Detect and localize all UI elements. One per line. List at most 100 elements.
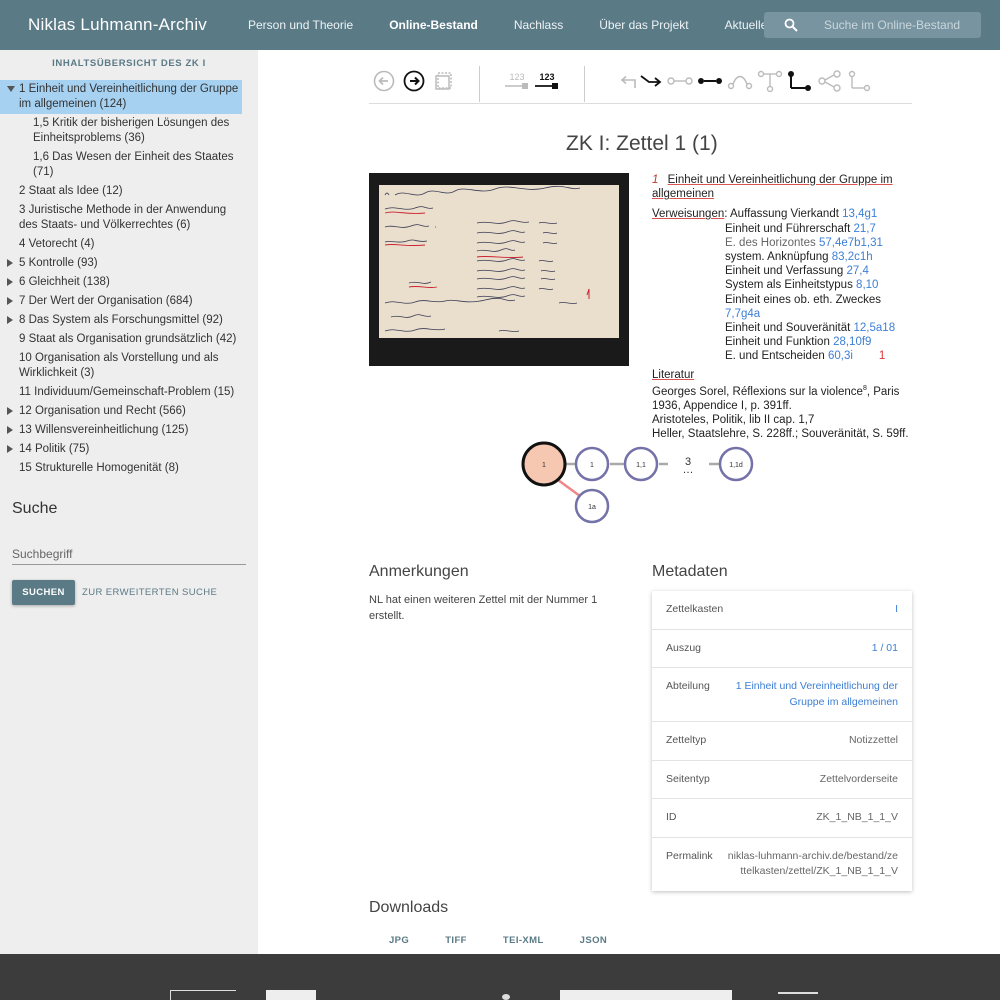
toc-item-label: 5 Kontrolle (93)	[19, 257, 98, 269]
download-jpg-button[interactable]: JPG	[389, 935, 409, 946]
advanced-search-link[interactable]: ZUR ERWEITERTEN SUCHE	[82, 587, 217, 598]
ref-text: Einheit und Verfassung	[725, 265, 844, 278]
toc-item[interactable]: 4 Vetorecht (4)	[0, 235, 258, 254]
download-tiff-button[interactable]: TIFF	[445, 935, 467, 946]
next-zettel-icon[interactable]	[403, 70, 425, 92]
header-search-input[interactable]	[824, 18, 974, 32]
search-button[interactable]: SUCHEN	[12, 580, 75, 605]
link-forward-icon[interactable]	[639, 70, 665, 92]
toc-item[interactable]: 14 Politik (75)	[0, 440, 258, 459]
ref-text: Einheit und Funktion	[725, 336, 830, 349]
toc-list[interactable]: 1 Einheit und Vereinheitlichung der Grup…	[0, 80, 258, 488]
metadata-value-permalink[interactable]: niklas-luhmann-archiv.de/bestand/zettelk…	[726, 849, 898, 880]
toc-item[interactable]: 1 Einheit und Vereinheitlichung der Grup…	[0, 80, 242, 114]
toc-item[interactable]: 1,6 Das Wesen der Einheit des Staates (7…	[0, 148, 258, 182]
toc-item[interactable]: 2 Staat als Idee (12)	[0, 182, 258, 201]
toc-item[interactable]: 12 Organisation und Recht (566)	[0, 402, 258, 421]
ref-link[interactable]: 8,10	[856, 279, 878, 291]
literatur-entry: Georges Sorel, Réflexions sur la violenc…	[652, 382, 917, 413]
back-side-icon[interactable]	[433, 70, 455, 92]
academy-logo[interactable]	[170, 990, 236, 1000]
branch-icon[interactable]	[757, 70, 783, 92]
caret-down-icon[interactable]	[7, 86, 15, 92]
arc-link-icon[interactable]	[727, 70, 753, 92]
toc-item[interactable]: 8 Das System als Forschungsmittel (92)	[0, 311, 258, 330]
toc-item[interactable]: 11 Individuum/Gemeinschaft-Problem (15)	[0, 383, 258, 402]
anmerkungen-title: Anmerkungen	[369, 563, 469, 580]
toc-item-label: 13 Willensvereinheitlichung (125)	[19, 424, 189, 436]
reference-row: Einheit und Verfassung 27,4	[725, 264, 917, 278]
toc-item-label: 15 Strukturelle Homogenität (8)	[19, 462, 179, 474]
share-icon[interactable]	[817, 70, 843, 92]
caret-right-icon[interactable]	[7, 278, 13, 286]
search-icon[interactable]	[784, 18, 798, 32]
toc-item[interactable]: 6 Gleichheit (138)	[0, 273, 258, 292]
toc-item[interactable]: 10 Organisation als Vorstellung und als …	[0, 349, 258, 383]
footer	[0, 954, 1000, 1000]
ref-text: Einheit eines ob. eth. Zweckes	[725, 293, 881, 306]
toc-item[interactable]: 9 Staat als Organisation grundsätzlich (…	[0, 330, 258, 349]
ref-link[interactable]: 28,10f9	[833, 336, 871, 348]
caret-right-icon[interactable]	[7, 316, 13, 324]
sequence-left-icon[interactable]	[667, 70, 693, 92]
download-json-button[interactable]: JSON	[580, 935, 607, 946]
link-back-icon[interactable]	[617, 70, 639, 92]
caret-right-icon[interactable]	[7, 426, 13, 434]
bergische-universitaet-logo[interactable]	[560, 990, 732, 1000]
ref-link[interactable]: 60,3i	[828, 350, 853, 362]
partner-logo[interactable]	[502, 994, 510, 1000]
site-brand[interactable]: Niklas Luhmann-Archiv	[28, 15, 228, 35]
numbering-toggle-off[interactable]: 123	[505, 72, 529, 92]
partner-logo[interactable]	[266, 990, 316, 1000]
verweisungen-block: Verweisungen: Auffassung Vierkandt 13,4g…	[652, 207, 917, 363]
metadata-key: Seitentyp	[666, 772, 710, 785]
toc-heading: INHALTSÜBERSICHT DES ZK I	[52, 58, 206, 69]
zettel-title: ZK I: Zettel 1 (1)	[566, 132, 718, 155]
metadata-value-link[interactable]: 1 / 01	[872, 641, 898, 657]
toc-item[interactable]: 1,5 Kritik der bisherigen Lösungen des E…	[0, 114, 258, 148]
nav-person-und-theorie[interactable]: Person und Theorie	[232, 18, 369, 32]
caret-right-icon[interactable]	[7, 445, 13, 453]
ref-link[interactable]: 27,4	[846, 265, 868, 277]
heading-number: 1	[652, 174, 659, 186]
literatur-entry: Aristoteles, Politik, lib II cap. 1,7	[652, 414, 815, 427]
numbering-label: 123	[539, 72, 555, 82]
ref-link[interactable]: 12,5a18	[854, 322, 896, 334]
toc-item[interactable]: 5 Kontrolle (93)	[0, 254, 258, 273]
partner-logo[interactable]	[778, 992, 818, 1000]
anmerkungen-text: NL hat einen weiteren Zettel mit der Num…	[369, 594, 598, 622]
ref-link[interactable]: 21,7	[854, 223, 876, 235]
subtree-icon[interactable]	[787, 70, 813, 92]
metadata-value-link[interactable]: 1 Einheit und Vereinheitlichung der Grup…	[728, 679, 898, 710]
ref-link[interactable]: 7,7g4a	[725, 308, 760, 320]
toc-item-label: 1,5 Kritik der bisherigen Lösungen des E…	[33, 117, 230, 144]
metadata-key: Auszug	[666, 641, 702, 654]
toc-item[interactable]: 13 Willensvereinheitlichung (125)	[0, 421, 258, 440]
toc-item[interactable]: 7 Der Wert der Organisation (684)	[0, 292, 258, 311]
hierarchy-icon[interactable]	[847, 70, 873, 92]
nav-online-bestand[interactable]: Online-Bestand	[373, 18, 494, 32]
ref-link[interactable]: 57,4e7b1,31	[819, 237, 883, 249]
toc-item[interactable]: 15 Strukturelle Homogenität (8)	[0, 459, 258, 478]
toc-item-label: 1,6 Das Wesen der Einheit des Staates (7…	[33, 151, 234, 178]
zettel-scan-image[interactable]	[369, 173, 629, 366]
caret-right-icon[interactable]	[7, 407, 13, 415]
previous-zettel-icon[interactable]	[373, 70, 395, 92]
ref-link[interactable]: 83,2c1h	[832, 251, 873, 263]
caret-right-icon[interactable]	[7, 259, 13, 267]
downloads-list: JPG TIFF TEI-XML JSON	[389, 935, 643, 946]
sequence-right-icon[interactable]	[697, 70, 723, 92]
ref-link[interactable]: 13,4g1	[842, 208, 877, 220]
index-card	[379, 185, 619, 338]
caret-right-icon[interactable]	[7, 297, 13, 305]
arrow-line-icon	[505, 83, 528, 89]
metadata-value-link[interactable]: I	[895, 602, 898, 618]
reference-row: Einheit und Führerschaft 21,7	[725, 222, 917, 236]
nav-nachlass[interactable]: Nachlass	[498, 18, 579, 32]
toc-item-label: 1 Einheit und Vereinheitlichung der Grup…	[19, 83, 239, 110]
toc-item[interactable]: 3 Juristische Methode in der Anwendung d…	[0, 201, 258, 235]
nav-ueber-das-projekt[interactable]: Über das Projekt	[583, 18, 704, 32]
download-tei-xml-button[interactable]: TEI-XML	[503, 935, 544, 946]
sidebar-search-input[interactable]	[12, 544, 246, 565]
numbering-toggle-on[interactable]: 123	[535, 72, 559, 92]
